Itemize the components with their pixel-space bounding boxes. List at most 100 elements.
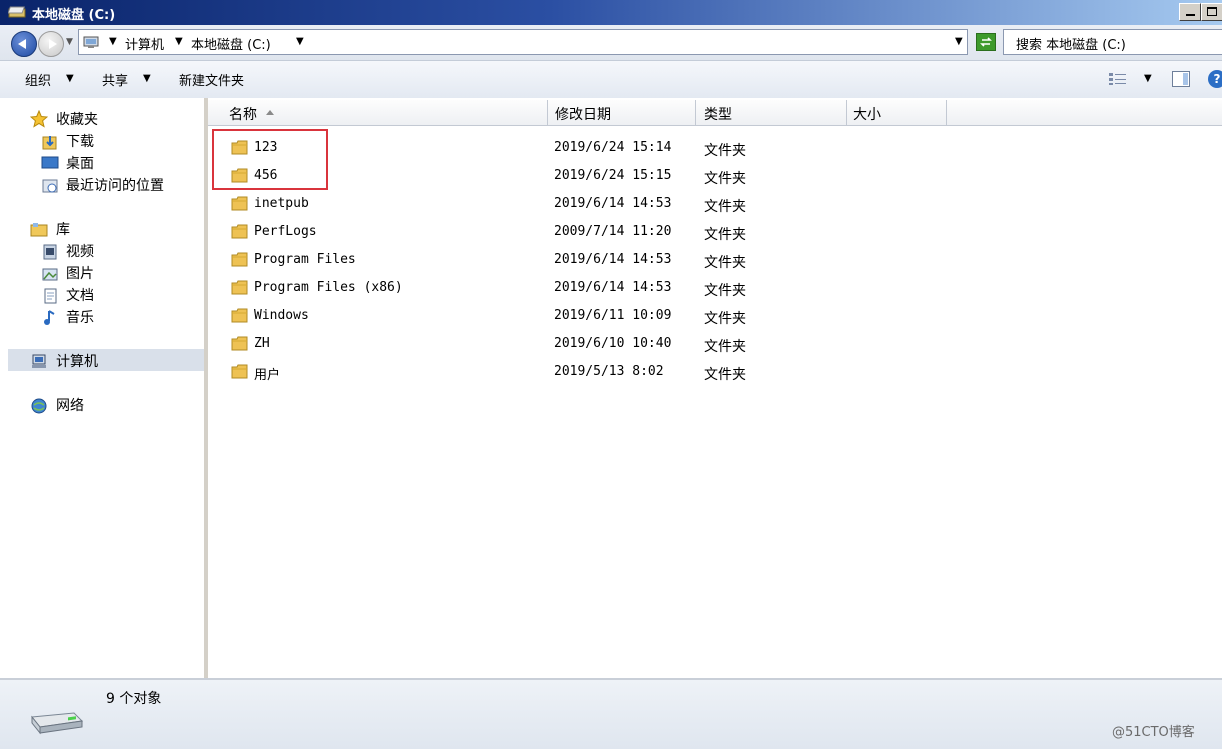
forward-button[interactable] <box>38 31 64 57</box>
file-name: PerfLogs <box>254 224 317 239</box>
nav-network[interactable]: 网络 <box>56 395 84 415</box>
file-date: 2019/6/24 15:15 <box>554 168 672 183</box>
nav-recent[interactable]: 最近访问的位置 <box>66 175 164 195</box>
folder-icon <box>231 364 248 379</box>
crumb-arrow-icon[interactable]: ▼ <box>175 36 183 47</box>
column-header-size[interactable]: 大小 <box>853 104 881 124</box>
crumb-arrow-icon[interactable]: ▼ <box>296 36 304 47</box>
maximize-icon <box>1207 7 1217 16</box>
nav-libraries[interactable]: 库 <box>56 219 70 239</box>
column-header-type[interactable]: 类型 <box>704 104 732 124</box>
hard-drive-icon <box>31 712 84 735</box>
downloads-folder-icon <box>42 136 57 150</box>
file-date: 2019/5/13 8:02 <box>554 364 664 379</box>
column-divider[interactable] <box>695 100 696 125</box>
nav-desktop[interactable]: 桌面 <box>66 153 94 173</box>
help-icon[interactable]: ? <box>1208 70 1222 88</box>
maximize-button[interactable] <box>1201 3 1222 21</box>
refresh-button[interactable] <box>976 33 996 51</box>
file-name: ZH <box>254 336 270 351</box>
nav-documents[interactable]: 文档 <box>66 285 94 305</box>
item-count: 9 个对象 <box>106 691 162 707</box>
nav-downloads[interactable]: 下载 <box>66 131 94 151</box>
status-bar <box>0 678 1222 749</box>
organize-dropdown-icon[interactable]: ▼ <box>66 73 74 84</box>
organize-button[interactable]: 组织 <box>25 70 51 89</box>
minimize-button[interactable] <box>1179 3 1201 21</box>
file-date: 2019/6/24 15:14 <box>554 140 672 155</box>
file-row[interactable]: ZH 2019/6/10 10:40 文件夹 <box>222 331 922 357</box>
window-title: 本地磁盘 (C:) <box>32 8 116 23</box>
annotation-highlight-box <box>212 129 328 190</box>
new-folder-button[interactable]: 新建文件夹 <box>179 70 244 89</box>
file-date: 2019/6/14 14:53 <box>554 252 672 267</box>
file-name: 用户 <box>254 368 281 383</box>
crumb-local-disk[interactable]: 本地磁盘 (C:) <box>191 34 271 53</box>
folder-icon <box>231 280 248 295</box>
network-icon <box>31 398 47 414</box>
music-icon <box>44 310 55 325</box>
file-row[interactable]: Program Files (x86) 2019/6/14 14:53 文件夹 <box>222 275 922 301</box>
recent-places-icon <box>42 179 58 193</box>
file-name: Program Files <box>254 252 356 267</box>
star-icon <box>30 110 48 128</box>
sort-ascending-icon <box>266 110 274 115</box>
view-dropdown-icon[interactable]: ▼ <box>1144 73 1152 84</box>
file-date: 2009/7/14 11:20 <box>554 224 672 239</box>
column-divider[interactable] <box>547 100 548 125</box>
file-row[interactable]: Program Files 2019/6/14 14:53 文件夹 <box>222 247 922 273</box>
watermark-text: @51CTO博客 <box>1112 725 1195 740</box>
recent-pages-dropdown-icon[interactable]: ▼ <box>66 37 73 47</box>
column-divider[interactable] <box>846 100 847 125</box>
pictures-icon <box>42 268 58 281</box>
file-type: 文件夹 <box>704 367 746 383</box>
file-type: 文件夹 <box>704 143 746 159</box>
folder-icon <box>231 196 248 211</box>
file-name: Program Files (x86) <box>254 280 403 295</box>
crumb-computer[interactable]: 计算机 <box>125 34 164 53</box>
preview-pane-icon[interactable] <box>1172 71 1190 87</box>
file-date: 2019/6/10 10:40 <box>554 336 672 351</box>
file-type: 文件夹 <box>704 283 746 299</box>
view-options-icon[interactable] <box>1108 72 1128 86</box>
address-dropdown-icon[interactable]: ▼ <box>955 36 963 47</box>
column-header-name[interactable]: 名称 <box>229 104 257 124</box>
column-divider[interactable] <box>946 100 947 125</box>
nav-favorites[interactable]: 收藏夹 <box>56 109 98 129</box>
crumb-arrow-icon[interactable]: ▼ <box>109 36 117 47</box>
folder-icon <box>231 308 248 323</box>
file-name: Windows <box>254 308 309 323</box>
share-button[interactable]: 共享 <box>102 70 128 89</box>
back-button[interactable] <box>11 31 37 57</box>
search-placeholder: 搜索 本地磁盘 (C:) <box>1016 38 1126 53</box>
documents-icon <box>44 288 57 304</box>
refresh-icon <box>980 37 992 47</box>
file-date: 2019/6/14 14:53 <box>554 280 672 295</box>
desktop-icon <box>41 156 59 169</box>
libraries-icon <box>30 223 48 237</box>
file-row[interactable]: inetpub 2019/6/14 14:53 文件夹 <box>222 191 922 217</box>
minimize-icon <box>1186 14 1195 16</box>
file-row[interactable]: Windows 2019/6/11 10:09 文件夹 <box>222 303 922 329</box>
file-type: 文件夹 <box>704 199 746 215</box>
file-row[interactable]: PerfLogs 2009/7/14 11:20 文件夹 <box>222 219 922 245</box>
file-date: 2019/6/11 10:09 <box>554 308 672 323</box>
title-bar: 本地磁盘 (C:) <box>0 0 1222 25</box>
column-header-date[interactable]: 修改日期 <box>555 104 611 124</box>
file-type: 文件夹 <box>704 255 746 271</box>
share-dropdown-icon[interactable]: ▼ <box>143 73 151 84</box>
search-input[interactable]: 搜索 本地磁盘 (C:) <box>1003 29 1222 55</box>
computer-icon <box>83 36 99 48</box>
file-name: inetpub <box>254 196 309 211</box>
nav-music[interactable]: 音乐 <box>66 307 94 327</box>
nav-computer[interactable]: 计算机 <box>56 351 98 371</box>
folder-icon <box>231 336 248 351</box>
nav-pictures[interactable]: 图片 <box>66 263 94 283</box>
file-type: 文件夹 <box>704 171 746 187</box>
folder-icon <box>231 224 248 239</box>
nav-videos[interactable]: 视频 <box>66 241 94 261</box>
file-row[interactable]: 用户 2019/5/13 8:02 文件夹 <box>222 359 922 385</box>
file-date: 2019/6/14 14:53 <box>554 196 672 211</box>
file-type: 文件夹 <box>704 339 746 355</box>
videos-icon <box>43 244 57 260</box>
